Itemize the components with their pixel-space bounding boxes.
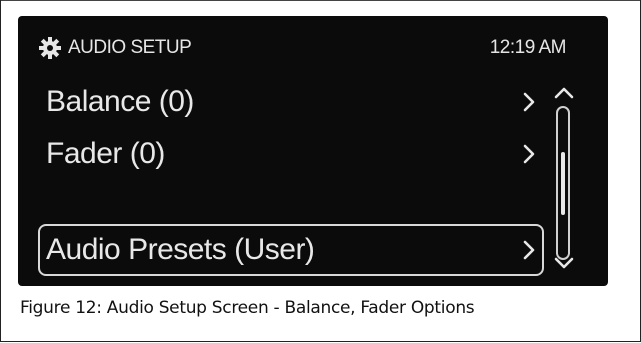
audio-setup-screen: AUDIO SETUP 12:19 AM Balance (0) Fader (… [18,16,608,286]
clock: 12:19 AM [489,37,567,58]
chevron-right-icon [523,144,535,164]
menu-item-label: Balance (0) [46,85,194,118]
gear-icon [39,37,61,59]
menu-item-label: Audio Presets (User) [46,233,315,266]
menu-item-balance[interactable]: Balance (0) [38,76,544,128]
screen-header: AUDIO SETUP 12:19 AM [18,16,608,68]
chevron-right-icon [523,92,535,112]
figure-caption: Figure 12: Audio Setup Screen - Balance,… [20,298,475,318]
scroll-down-arrow-icon[interactable] [553,256,575,270]
chevron-right-icon [523,240,535,260]
menu-item-fader[interactable]: Fader (0) [38,128,544,180]
menu-item-label: Fader (0) [46,137,165,170]
scroll-up-arrow-icon[interactable] [553,86,575,100]
scrollbar-thumb[interactable] [561,151,565,215]
screen-title: AUDIO SETUP [68,37,192,58]
scrollbar-track[interactable] [556,106,570,260]
menu-item-audio-presets[interactable]: Audio Presets (User) [38,224,544,276]
